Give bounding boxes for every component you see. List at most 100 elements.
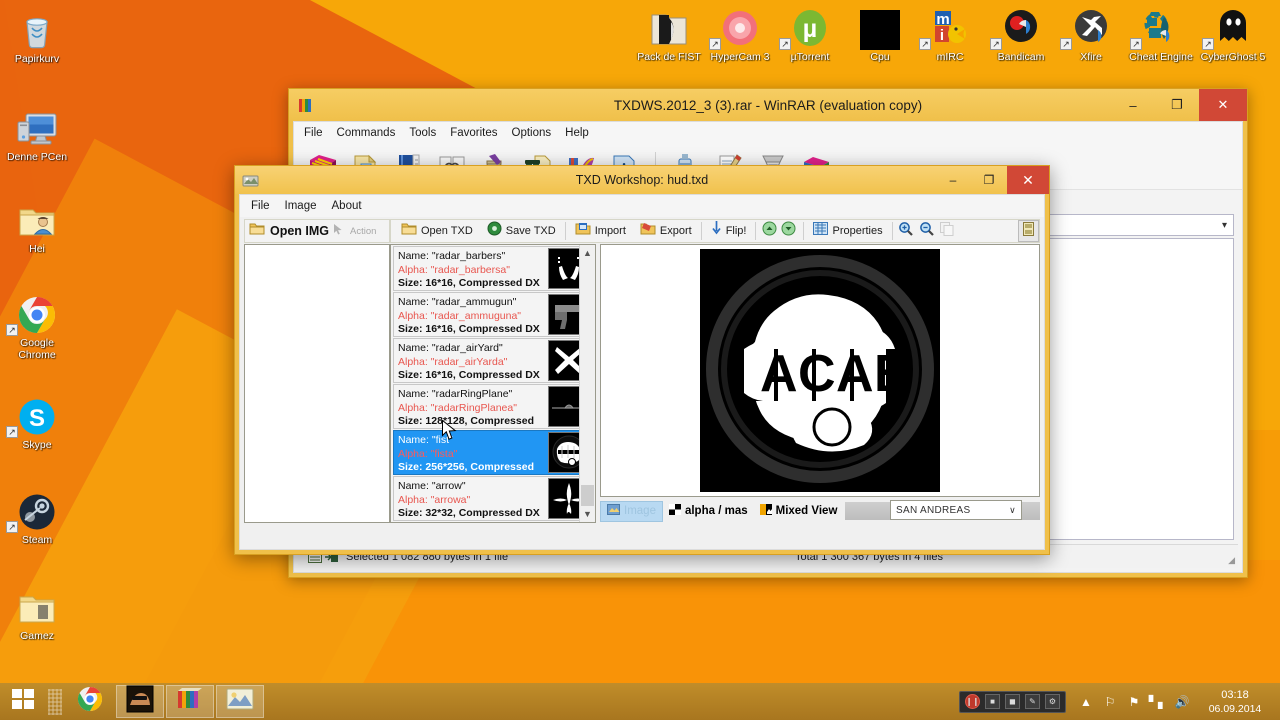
desktop-icon-utorrent[interactable]: µ ↗ µTorrent xyxy=(773,4,847,64)
view-mode-mixed[interactable]: Mixed View xyxy=(754,501,844,522)
txd-menu-file[interactable]: File xyxy=(251,200,270,212)
txd-workshop-window[interactable]: TXD Workshop: hud.txd – ❐ ✕ File Image A… xyxy=(234,165,1050,555)
camera-icon[interactable]: ◼ xyxy=(1005,694,1020,709)
winrar-menu-favorites[interactable]: Favorites xyxy=(450,127,497,139)
start-button[interactable] xyxy=(0,683,46,720)
properties-button[interactable]: Properties xyxy=(806,220,889,242)
txd-menu-image[interactable]: Image xyxy=(285,200,317,212)
winrar-title-bar[interactable]: TXDWS.2012_3 (3).rar - WinRAR (evaluatio… xyxy=(289,89,1247,121)
desktop-icon-skype[interactable]: S ↗ Skype xyxy=(0,392,74,452)
folder-icon xyxy=(0,583,74,629)
view-mode-image[interactable]: Image xyxy=(600,500,663,522)
winrar-menu-bar[interactable]: File Commands Tools Favorites Options He… xyxy=(294,122,1242,144)
scroll-up-icon[interactable]: ▲ xyxy=(580,245,595,261)
desktop-icon-pack-de-fist[interactable]: Pack de FIST xyxy=(632,4,706,64)
txd-minimize-button[interactable]: – xyxy=(935,166,971,194)
zoom-out-button[interactable] xyxy=(916,220,937,242)
texture-list-item[interactable]: Name: "radar_ammugun" Alpha: "radar_ammu… xyxy=(393,292,593,337)
desktop-icon-hei[interactable]: Hei xyxy=(0,196,74,256)
winrar-menu-commands[interactable]: Commands xyxy=(337,127,396,139)
winrar-close-button[interactable]: ✕ xyxy=(1199,89,1247,121)
txd-window-controls[interactable]: – ❐ ✕ xyxy=(935,166,1049,194)
desktop-icon-steam[interactable]: ↗ Steam xyxy=(0,487,74,547)
txd-texture-list[interactable]: Name: "radar_barbers" Alpha: "radar_barb… xyxy=(390,244,596,523)
winrar-window-controls[interactable]: – ❐ ✕ xyxy=(1111,89,1247,121)
txd-toolbar[interactable]: Open TXD Save TXD Import Export Flip! Pr… xyxy=(390,219,1040,243)
save-txd-button[interactable]: Save TXD xyxy=(480,220,563,242)
view-mode-alpha[interactable]: alpha / mas xyxy=(663,501,754,522)
desktop-icon-cpu[interactable]: Cpu xyxy=(843,4,917,64)
system-tray[interactable]: ❙❙ ■ ◼ ✎ ⚙ ▲ ⚐ ⚑ ▘▖ 🔊 03:18 06.09.2014 xyxy=(959,683,1280,720)
taskbar-item-txd-workshop[interactable] xyxy=(216,685,264,718)
zoom-in-button[interactable] xyxy=(895,220,916,242)
winrar-minimize-button[interactable]: – xyxy=(1111,89,1155,121)
texture-list-item[interactable]: Name: "radar_barbers" Alpha: "radar_barb… xyxy=(393,246,593,291)
desktop-icon-bandicam[interactable]: ↗ Bandicam xyxy=(984,4,1058,64)
desktop-icon-xfire[interactable]: ↗ Xfire xyxy=(1054,4,1128,64)
taskbar-item-gta-sa[interactable] xyxy=(116,685,164,718)
desktop-icon-google-chrome[interactable]: ↗ Google Chrome xyxy=(0,290,74,361)
network-icon[interactable]: ▘▖ xyxy=(1146,683,1170,720)
export-button[interactable]: Export xyxy=(633,220,699,242)
flag-icon[interactable]: ⚐ xyxy=(1098,683,1122,720)
texture-size: Size: 128*128, Compressed xyxy=(398,415,534,427)
texture-list-scrollbar[interactable]: ▲ ▼ xyxy=(579,245,595,522)
winrar-menu-options[interactable]: Options xyxy=(512,127,552,139)
taskbar-clock[interactable]: 03:18 06.09.2014 xyxy=(1194,688,1276,716)
desktop-icon-gamez[interactable]: Gamez xyxy=(0,583,74,643)
texture-list-item[interactable]: Name: "radarRingPlane" Alpha: "radarRing… xyxy=(393,384,593,429)
action-center-icon[interactable]: ⚑ xyxy=(1122,683,1146,720)
flip-button[interactable]: Flip! xyxy=(704,220,754,242)
open-txd-button[interactable]: Open TXD xyxy=(394,220,480,242)
txd-menu-bar[interactable]: File Image About xyxy=(240,195,1044,217)
desktop-icon-denne-pcen[interactable]: Denne PCen xyxy=(0,104,74,164)
txd-close-button[interactable]: ✕ xyxy=(1007,166,1049,194)
chevron-up-icon[interactable]: ▲ xyxy=(1074,683,1098,720)
desktop-icon-label: Gamez xyxy=(20,630,54,642)
panel-toggle-button[interactable] xyxy=(1018,220,1039,242)
desktop-icon-cyberghost-5[interactable]: ↗ CyberGhost 5 xyxy=(1196,4,1270,64)
scroll-down-icon[interactable]: ▼ xyxy=(580,506,595,522)
txd-title-bar[interactable]: TXD Workshop: hud.txd – ❐ ✕ xyxy=(235,166,1049,194)
txd-maximize-button[interactable]: ❐ xyxy=(971,166,1007,194)
stop-icon[interactable]: ■ xyxy=(985,694,1000,709)
desktop-icon-hypercam-3[interactable]: ↗ HyperCam 3 xyxy=(703,4,777,64)
texture-list-item-selected[interactable]: Name: "fist" Alpha: "fista" Size: 256*25… xyxy=(393,430,593,475)
resize-grip-icon[interactable]: ◢ xyxy=(1228,555,1235,566)
move-down-button[interactable] xyxy=(779,220,801,242)
txd-menu-about[interactable]: About xyxy=(332,200,362,212)
txd-view-mode-bar[interactable]: Image alpha / mas Mixed View SAN ANDREAS… xyxy=(600,499,1040,523)
taskbar-item-winrar[interactable] xyxy=(166,685,214,718)
save-txd-label: Save TXD xyxy=(505,225,556,237)
shortcut-arrow-icon: ↗ xyxy=(919,38,931,50)
copy-button[interactable] xyxy=(937,220,957,242)
export-icon xyxy=(640,222,656,241)
texture-list-item[interactable]: Name: "radar_airYard" Alpha: "radar_airY… xyxy=(393,338,593,383)
texture-list-item[interactable]: Name: "arrow" Alpha: "arrowa" Size: 32*3… xyxy=(393,476,593,521)
volume-icon[interactable]: 🔊 xyxy=(1170,683,1194,720)
game-select-combo[interactable]: SAN ANDREAS ∨ xyxy=(890,500,1022,520)
winrar-menu-tools[interactable]: Tools xyxy=(409,127,436,139)
pen-icon[interactable]: ✎ xyxy=(1025,694,1040,709)
txd-img-file-list[interactable] xyxy=(244,244,390,523)
desktop-icon-cheat-engine[interactable]: ↗ Cheat Engine xyxy=(1124,4,1198,64)
desktop-icon-papirkurv[interactable]: Papirkurv xyxy=(0,6,74,66)
pause-icon[interactable]: ❙❙ xyxy=(965,694,980,709)
winrar-menu-file[interactable]: File xyxy=(304,127,323,139)
txd-img-toolbar[interactable]: Open IMG Action xyxy=(244,219,390,243)
import-button[interactable]: Import xyxy=(568,220,633,242)
desktop-icon-mirc[interactable]: m i ↗ mIRC xyxy=(913,4,987,64)
screen-recorder-tray-widget[interactable]: ❙❙ ■ ◼ ✎ ⚙ xyxy=(959,690,1066,713)
chevron-down-icon[interactable]: ▾ xyxy=(1222,220,1227,231)
taskbar[interactable]: ❙❙ ■ ◼ ✎ ⚙ ▲ ⚐ ⚑ ▘▖ 🔊 03:18 06.09.2014 xyxy=(0,683,1280,720)
taskbar-item-chrome[interactable] xyxy=(66,685,114,718)
move-up-button[interactable] xyxy=(758,220,779,242)
chevron-down-icon[interactable]: ∨ xyxy=(1009,505,1016,516)
txd-texture-preview[interactable]: A C A B xyxy=(600,244,1040,497)
open-img-button-label[interactable]: Open IMG xyxy=(270,224,329,238)
properties-label: Properties xyxy=(832,225,883,237)
texture-size: Size: 16*16, Compressed DX xyxy=(398,277,540,289)
winrar-maximize-button[interactable]: ❐ xyxy=(1155,89,1199,121)
settings-icon[interactable]: ⚙ xyxy=(1045,694,1060,709)
winrar-menu-help[interactable]: Help xyxy=(565,127,589,139)
